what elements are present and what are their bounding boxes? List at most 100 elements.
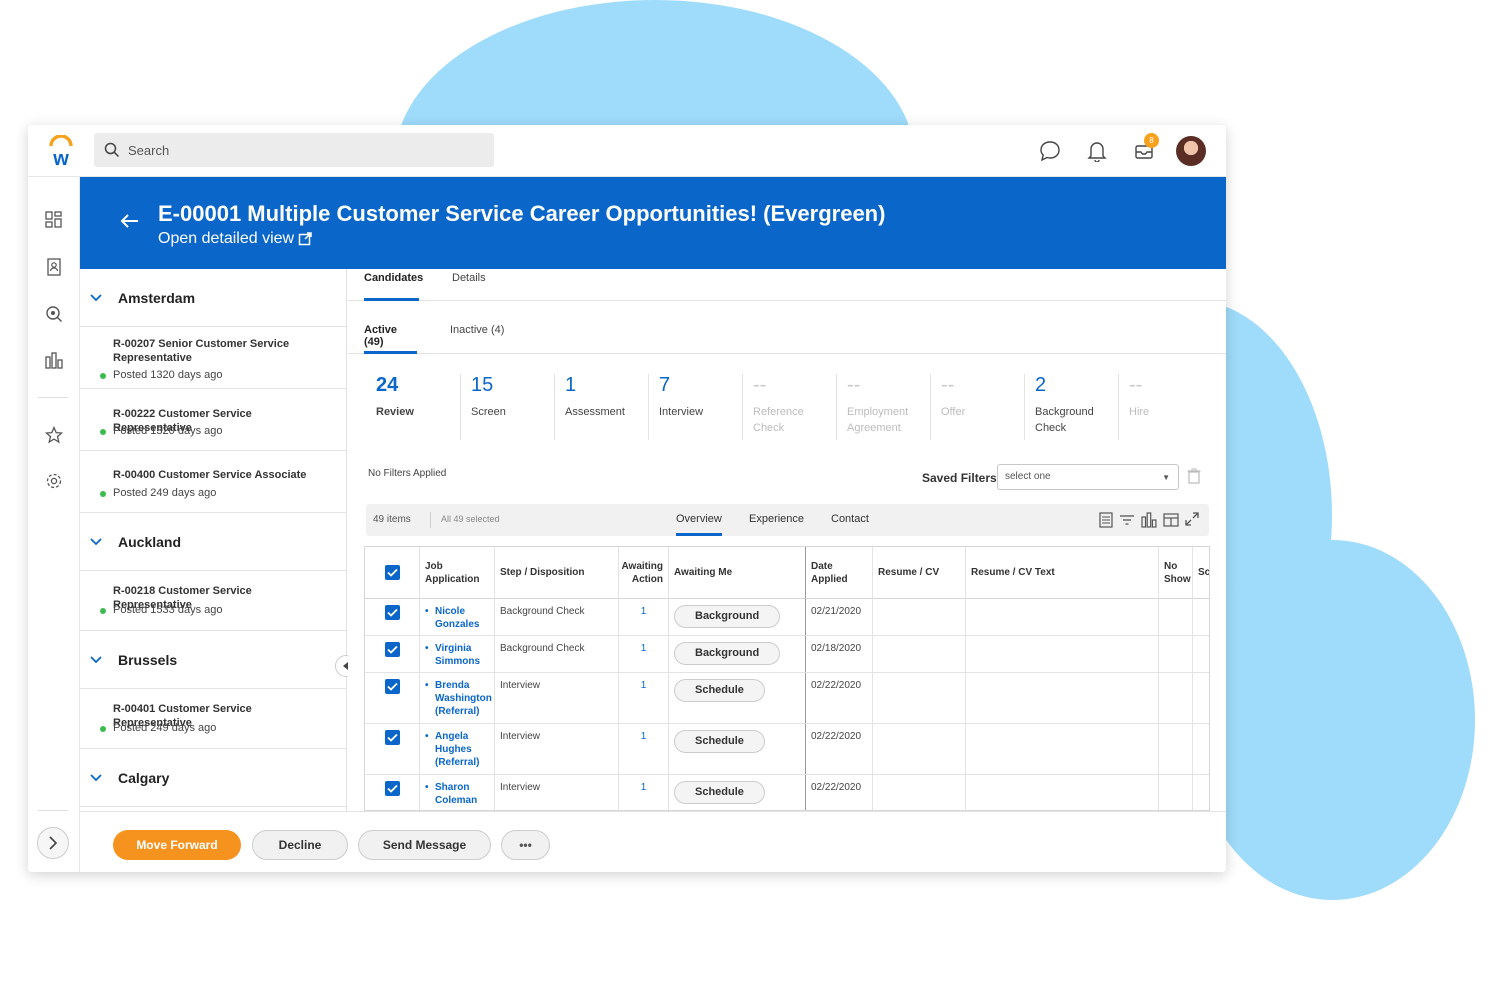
tab-details[interactable]: Details [452,269,486,301]
table-row[interactable]: Sharon Coleman Interview 1 Schedule 02/2… [365,775,1209,810]
awaiting-count[interactable]: 1 [619,673,669,723]
dashboard-grid-icon[interactable] [44,210,64,230]
select-all-checkbox[interactable] [384,565,400,580]
action-button[interactable]: Background [674,605,781,628]
export-excel-icon[interactable] [1099,512,1113,533]
column-header[interactable]: Date Applied [806,547,873,599]
more-actions-button[interactable]: ••• [501,830,550,860]
row-checkbox[interactable] [384,679,400,694]
group-header-brussels[interactable]: Brussels [80,631,346,689]
status-dot [100,429,106,435]
column-header[interactable]: Awaiting Me [669,547,806,599]
group-header-calgary[interactable]: Calgary [80,749,346,807]
stage-assessment[interactable]: 1 Assessment [554,374,648,440]
chat-icon[interactable] [1033,135,1067,167]
awaiting-count[interactable]: 1 [619,599,669,635]
favorites-star-icon[interactable] [44,425,64,445]
decline-button[interactable]: Decline [252,830,348,860]
candidate-name-link[interactable]: Virginia Simmons [425,642,489,668]
open-detailed-view-link[interactable]: Open detailed view [158,230,312,248]
stage-review[interactable]: 24 Review [366,374,460,440]
stage-interview[interactable]: 7 Interview [648,374,742,440]
notifications-bell-icon[interactable] [1080,135,1114,167]
column-header[interactable]: Resume / CV Text [966,547,1159,599]
awaiting-count[interactable]: 1 [619,636,669,672]
column-header[interactable]: No Show [1159,547,1193,599]
saved-filters-select[interactable]: select one ▼ [997,464,1179,490]
stage-label: Offer [941,406,966,418]
grid-tab-contact[interactable]: Contact [831,513,869,536]
requisition-item[interactable]: R-00218 Customer Service Representative … [80,571,346,631]
tab-inactive[interactable]: Inactive (4) [450,324,504,354]
stage-count: -- [1129,374,1143,396]
column-layout-icon[interactable] [1163,512,1179,533]
column-header[interactable]: Awaiting Action [619,547,669,599]
analytics-bars-icon[interactable] [44,350,64,370]
row-checkbox[interactable] [384,642,400,657]
column-header[interactable]: Resume / CV [873,547,966,599]
stage-background-check[interactable]: 2 Background Check [1024,374,1118,440]
profile-document-icon[interactable] [44,257,64,277]
stage-count: -- [941,374,955,396]
table-row[interactable]: Nicole Gonzales Background Check 1 Backg… [365,599,1209,636]
stage-offer[interactable]: -- Offer [930,374,1024,440]
no-show-cell [1159,636,1193,672]
filter-icon[interactable] [1119,512,1135,533]
awaiting-count[interactable]: 1 [619,724,669,774]
requisition-item[interactable]: R-00222 Customer Service Representative … [80,389,346,451]
send-message-button[interactable]: Send Message [358,830,491,860]
search-input[interactable]: Search [94,133,494,167]
move-forward-button[interactable]: Move Forward [113,830,241,860]
user-avatar[interactable] [1174,135,1208,167]
fullscreen-expand-icon[interactable] [1185,512,1199,533]
stage-label: Background Check [1035,406,1094,434]
requisition-item[interactable]: R-00207 Senior Customer Service Represen… [80,327,346,389]
column-header[interactable]: Job Application [420,547,495,599]
search-icon [104,142,120,158]
table-row[interactable]: Brenda Washington (Referral) Interview 1… [365,673,1209,724]
grid-tab-overview[interactable]: Overview [676,513,722,536]
delete-filter-trash-icon[interactable] [1187,468,1201,489]
candidate-name-link[interactable]: Sharon Coleman [425,781,489,807]
table-row[interactable]: Angela Hughes (Referral) Interview 1 Sch… [365,724,1209,775]
action-button[interactable]: Schedule [674,781,765,804]
top-bar: w Search 8 [28,125,1226,177]
back-arrow-icon[interactable] [120,213,140,234]
stage-count: -- [847,374,861,396]
stage-hire[interactable]: -- Hire [1118,374,1212,440]
stage-count: -- [753,374,767,396]
expand-nav-button[interactable] [37,827,69,859]
grid-tab-experience[interactable]: Experience [749,513,804,536]
column-header[interactable]: Sc [1193,547,1209,599]
row-checkbox[interactable] [384,605,400,620]
grid-toolbar: 49 items All 49 selected Overview Experi… [366,504,1209,536]
column-header[interactable]: Step / Disposition [495,547,619,599]
search-magnifier-icon[interactable] [44,304,64,324]
settings-gear-icon[interactable] [44,471,64,491]
candidate-name-link[interactable]: Nicole Gonzales [425,605,489,631]
stage-label: Reference Check [753,406,804,434]
chart-view-icon[interactable] [1141,512,1157,533]
stage-employment-agreement[interactable]: -- Employment Agreement [836,374,930,440]
row-checkbox[interactable] [384,730,400,745]
requisition-item[interactable]: R-00400 Customer Service Associate Poste… [80,451,346,513]
action-button[interactable]: Schedule [674,679,765,702]
table-row[interactable]: Virginia Simmons Background Check 1 Back… [365,636,1209,673]
awaiting-count[interactable]: 1 [619,775,669,810]
group-city-label: Brussels [118,651,178,668]
tab-candidates[interactable]: Candidates [364,269,423,301]
step-cell: Interview [495,724,619,774]
action-button[interactable]: Background [674,642,781,665]
row-checkbox[interactable] [384,781,400,796]
action-button[interactable]: Schedule [674,730,765,753]
candidate-name-link[interactable]: Angela Hughes (Referral) [425,730,489,769]
stage-screen[interactable]: 15 Screen [460,374,554,440]
inbox-icon[interactable]: 8 [1127,133,1161,167]
candidate-name-link[interactable]: Brenda Washington (Referral) [425,679,492,718]
stage-reference-check[interactable]: -- Reference Check [742,374,836,440]
requisition-item[interactable]: R-00401 Customer Service Representative … [80,689,346,749]
group-header-auckland[interactable]: Auckland [80,513,346,571]
workday-logo[interactable]: w [46,134,76,170]
group-header-amsterdam[interactable]: Amsterdam [80,269,346,327]
tab-active[interactable]: Active (49) [364,324,417,354]
